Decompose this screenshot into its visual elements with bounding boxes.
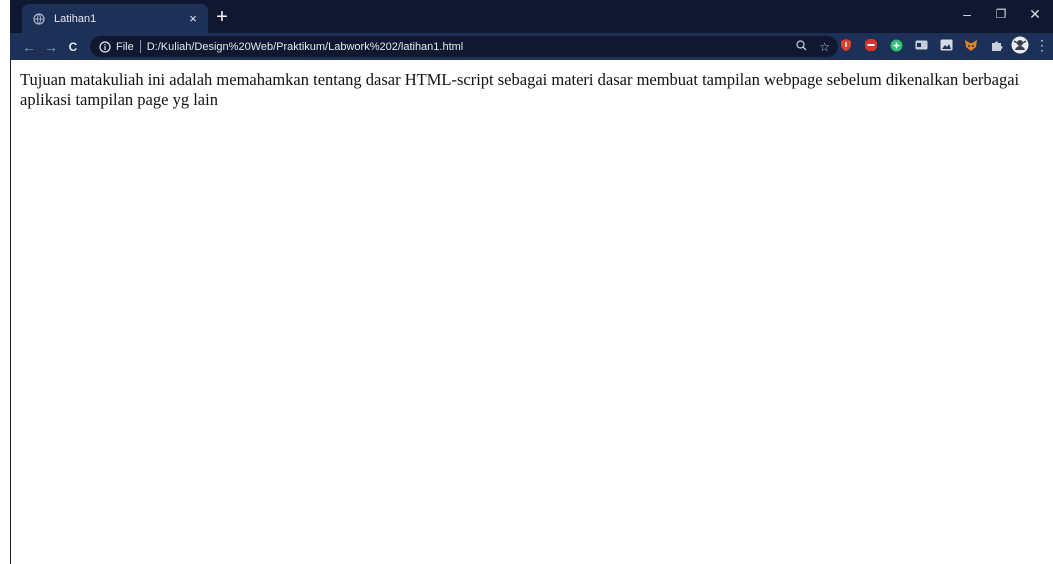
extension-card-icon[interactable] (913, 37, 929, 53)
file-label: File (116, 40, 134, 53)
tab-close-icon[interactable]: × (182, 11, 204, 26)
reload-button[interactable]: C (62, 36, 84, 58)
tab-title: Latihan1 (54, 12, 97, 25)
bookmark-star-icon[interactable]: ☆ (819, 40, 830, 54)
zoom-icon[interactable] (796, 39, 807, 54)
address-bar[interactable]: File D:/Kuliah/Design%20Web/Praktikum/La… (90, 36, 838, 57)
intro-paragraph: Tujuan matakuliah ini adalah memahamkan … (20, 70, 1020, 109)
toolbar: ← → C File D:/Kuliah/Design%20Web/Prakti… (10, 33, 1053, 60)
extensions-puzzle-icon[interactable] (988, 37, 1004, 53)
profile-avatar[interactable] (1010, 35, 1030, 55)
menu-kebab-icon[interactable]: ⋮ (1034, 37, 1050, 53)
tab-strip: Latihan1 × + – ❐ ✕ (10, 0, 1053, 33)
window-left-edge (0, 0, 11, 564)
back-button[interactable]: ← (18, 36, 40, 58)
restore-button[interactable]: ❐ (984, 3, 1018, 27)
separator (139, 40, 141, 53)
url-text[interactable]: D:/Kuliah/Design%20Web/Praktikum/Labwork… (147, 41, 464, 53)
info-icon[interactable] (98, 40, 111, 53)
plus-circle-icon[interactable] (888, 37, 904, 53)
minimize-button[interactable]: – (950, 3, 984, 27)
adblock-icon[interactable] (863, 37, 879, 53)
new-tab-button[interactable]: + (210, 6, 234, 30)
extension-image-icon[interactable] (938, 37, 954, 53)
metamask-fox-icon[interactable] (963, 37, 979, 53)
tab-latihan1[interactable]: Latihan1 × (22, 4, 208, 33)
close-window-button[interactable]: ✕ (1018, 3, 1052, 27)
omnibox-actions: ☆ (796, 36, 830, 57)
globe-icon (32, 12, 46, 26)
extension-shield-icon[interactable] (838, 37, 854, 53)
browser-chrome: Latihan1 × + – ❐ ✕ ← → C File D:/Kuliah/… (10, 0, 1053, 60)
forward-button[interactable]: → (40, 36, 62, 58)
page-content: Tujuan matakuliah ini adalah memahamkan … (20, 70, 1040, 110)
